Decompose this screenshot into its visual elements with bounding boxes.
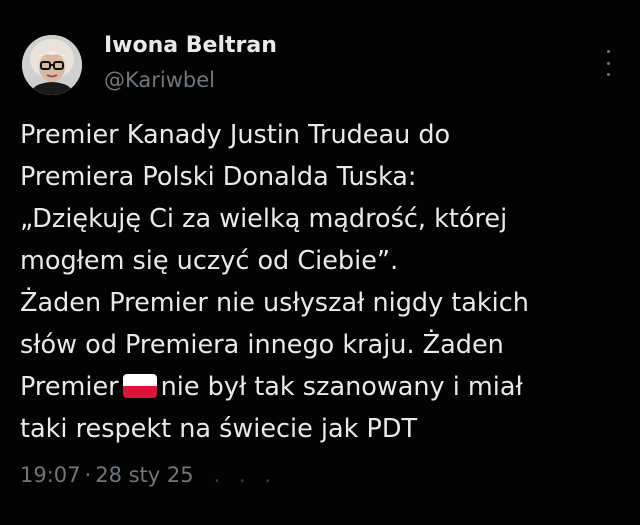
author-name[interactable]: Iwona Beltran xyxy=(104,33,277,58)
tweet-text-fragment: Premier xyxy=(20,372,119,402)
meta-separator: · xyxy=(84,463,92,487)
tweet-text-line: mogłem się uczyć od Ciebie”. xyxy=(20,246,399,276)
tweet-text-fragment: nie był tak szanowany i miał xyxy=(160,372,523,402)
tweet-text: Premier Kanady Justin Trudeau do Premier… xyxy=(20,114,630,450)
tweet-text-line: słów od Premiera innego kraju. Żaden xyxy=(20,330,504,360)
tweet-text-line: Premier Kanady Justin Trudeau do xyxy=(20,120,451,150)
tweet-time: 19:07 xyxy=(20,463,81,487)
tweet-text-line: taki respekt na świecie jak PDT xyxy=(20,414,418,444)
avatar-photo-icon xyxy=(22,35,82,95)
tweet-date: 28 sty 25 xyxy=(95,463,194,487)
more-icon-dot xyxy=(606,50,610,53)
poland-flag-icon xyxy=(122,374,157,398)
tweet-timestamp[interactable]: 19:07 · 28 sty 25 . . . xyxy=(20,463,277,487)
author-handle[interactable]: @Kariwbel xyxy=(104,68,215,92)
avatar[interactable] xyxy=(22,35,82,95)
more-icon-dot xyxy=(606,61,610,65)
tweet-text-line: Żaden Premier nie usłyszał nigdy takich xyxy=(20,288,529,318)
tweet-text-line: Premier nie był tak szanowany i miał xyxy=(20,366,630,408)
more-options-button[interactable] xyxy=(598,50,618,76)
tweet-card: Iwona Beltran @Kariwbel Premier Kanady J… xyxy=(0,0,640,525)
tweet-text-line: „Dziękuję Ci za wielką mądrość, której xyxy=(20,204,508,234)
more-icon-dot xyxy=(606,73,610,76)
blurred-views-text: . . . xyxy=(213,463,278,487)
tweet-text-line: Premiera Polski Donalda Tuska: xyxy=(20,162,417,192)
